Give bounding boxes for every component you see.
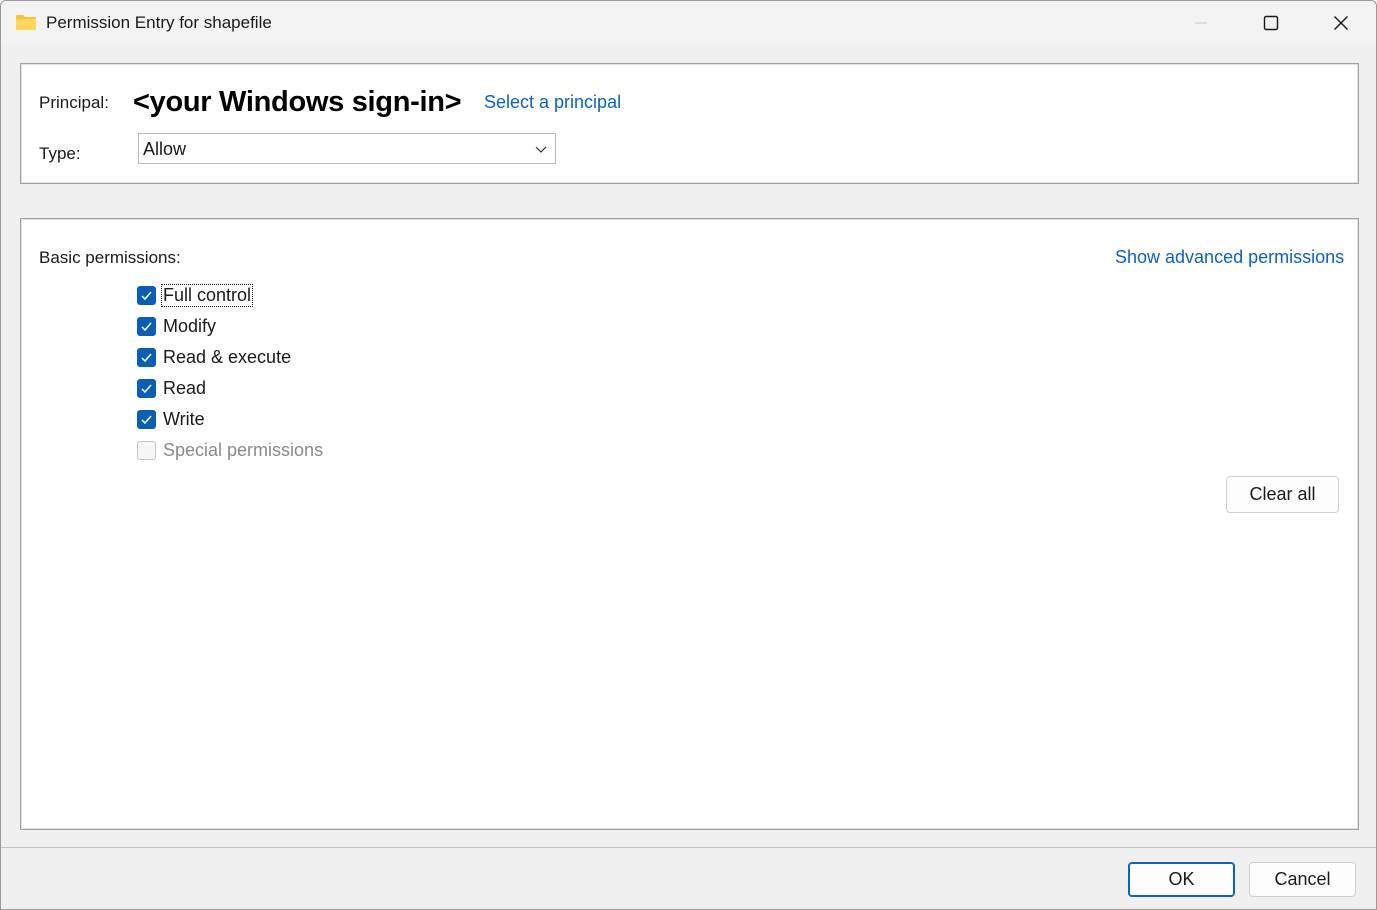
select-principal-link[interactable]: Select a principal xyxy=(484,92,621,113)
principal-name: <your Windows sign-in> xyxy=(133,86,462,118)
clear-all-button[interactable]: Clear all xyxy=(1226,476,1339,513)
permission-entry-dialog: Permission Entry for shapefile Principal… xyxy=(0,0,1377,910)
permission-label: Read & execute xyxy=(163,346,292,367)
ok-button[interactable]: OK xyxy=(1128,862,1235,897)
type-label: Type: xyxy=(39,144,81,163)
checkbox-checked-icon[interactable] xyxy=(137,316,156,336)
folder-icon xyxy=(16,15,36,30)
permission-label: Write xyxy=(163,408,205,429)
permission-read-execute[interactable]: Read & execute xyxy=(137,345,292,369)
minimize-button[interactable] xyxy=(1166,1,1236,45)
permission-label: Read xyxy=(163,377,207,398)
maximize-button[interactable] xyxy=(1236,1,1306,45)
permissions-panel: Basic permissions: Show advanced permiss… xyxy=(20,218,1359,830)
basic-permissions-heading: Basic permissions: xyxy=(39,248,181,267)
principal-panel: Principal: <your Windows sign-in> Select… xyxy=(20,63,1359,184)
maximize-icon xyxy=(1263,15,1279,31)
permission-label: Special permissions xyxy=(163,439,324,460)
checkbox-checked-icon[interactable] xyxy=(137,285,156,305)
checkbox-checked-icon[interactable] xyxy=(137,409,156,429)
close-button[interactable] xyxy=(1306,1,1376,45)
type-dropdown[interactable]: Allow xyxy=(138,133,556,164)
permission-write[interactable]: Write xyxy=(137,407,206,431)
checkbox-checked-icon[interactable] xyxy=(137,347,156,367)
dialog-footer: OK Cancel xyxy=(1,848,1376,909)
window-title: Permission Entry for shapefile xyxy=(46,13,272,32)
permission-full-control[interactable]: Full control xyxy=(137,283,254,307)
checkbox-disabled-icon xyxy=(137,440,156,460)
checkbox-checked-icon[interactable] xyxy=(137,378,156,398)
title-bar[interactable]: Permission Entry for shapefile xyxy=(1,1,1376,45)
show-advanced-permissions-link[interactable]: Show advanced permissions xyxy=(1115,247,1344,268)
cancel-button[interactable]: Cancel xyxy=(1249,862,1356,897)
type-dropdown-value: Allow xyxy=(143,139,187,159)
permission-label: Modify xyxy=(163,315,217,336)
principal-label: Principal: xyxy=(39,93,109,112)
permission-special: Special permissions xyxy=(137,438,324,462)
permission-modify[interactable]: Modify xyxy=(137,314,217,338)
chevron-down-icon xyxy=(535,146,547,153)
minimize-icon xyxy=(1195,22,1207,24)
close-icon xyxy=(1334,16,1348,30)
permission-label: Full control xyxy=(160,283,254,307)
permission-read[interactable]: Read xyxy=(137,376,207,400)
